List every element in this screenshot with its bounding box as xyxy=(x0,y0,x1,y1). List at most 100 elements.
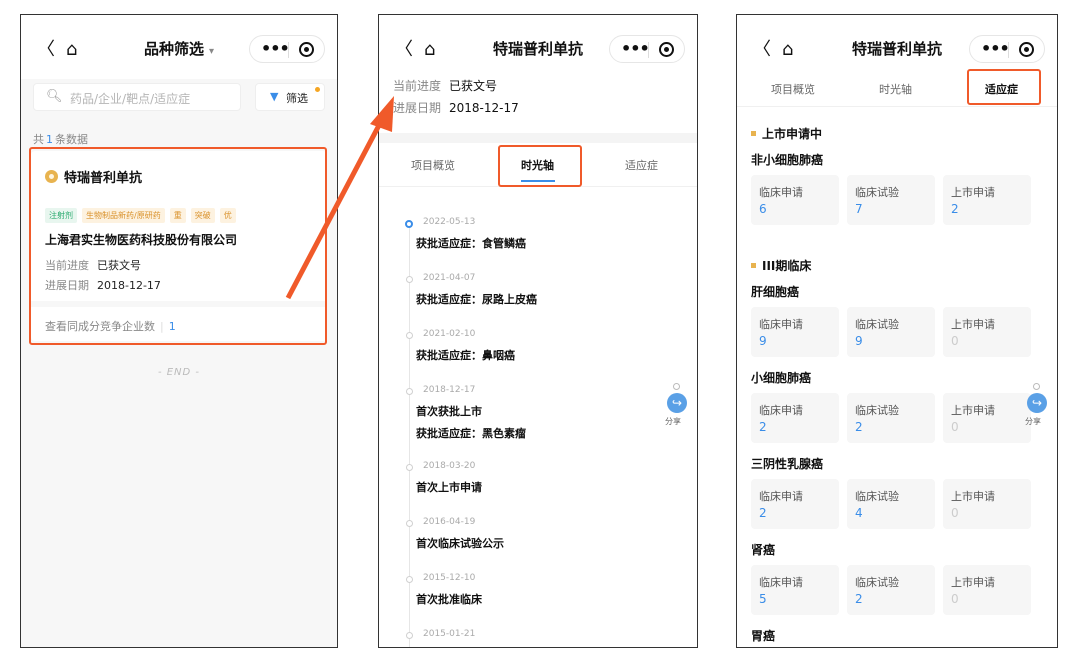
capsule-divider xyxy=(1008,42,1009,58)
stat-value: 2 xyxy=(855,420,863,434)
stat-box[interactable]: 临床试验 7 xyxy=(847,175,935,225)
stat-label: 临床申请 xyxy=(759,576,803,589)
section-header: III期临床 xyxy=(751,257,811,274)
count-prefix: 共 xyxy=(33,133,44,146)
date-label: 进展日期 xyxy=(393,101,442,115)
end-marker: - END - xyxy=(157,367,201,378)
tab-indications[interactable]: 适应症 xyxy=(625,157,658,173)
section-title: 上市申请中 xyxy=(762,127,823,141)
share-widget[interactable]: ↪ 分享 xyxy=(661,383,697,427)
highlight-box-card xyxy=(29,147,327,345)
section-title: III期临床 xyxy=(762,259,812,273)
stat-value: 7 xyxy=(855,202,863,216)
stat-box[interactable]: 临床试验 9 xyxy=(847,307,935,357)
home-icon[interactable]: ⌂ xyxy=(66,41,77,59)
stat-value: 6 xyxy=(759,202,767,216)
mini-program-capsule: ••• xyxy=(249,35,325,63)
stat-box[interactable]: 上市申请 0 xyxy=(943,307,1031,357)
share-widget[interactable]: ↪ 分享 xyxy=(1021,383,1057,427)
stat-box[interactable]: 临床申请 9 xyxy=(751,307,839,357)
stat-box[interactable]: 上市申请 2 xyxy=(943,175,1031,225)
home-icon[interactable]: ⌂ xyxy=(782,41,793,59)
disease-name: 三阴性乳腺癌 xyxy=(751,457,824,471)
share-icon: ↪ xyxy=(1027,393,1047,413)
capsule-divider xyxy=(288,42,289,58)
timeline-dot-icon xyxy=(406,276,413,283)
disease-name: 肝细胞癌 xyxy=(751,285,800,299)
section-header: 上市申请中 xyxy=(751,125,822,142)
stat-label: 上市申请 xyxy=(951,186,995,199)
filter-button[interactable]: ▼ 筛选 xyxy=(255,83,325,111)
stat-box[interactable]: 临床试验 2 xyxy=(847,393,935,443)
filter-active-dot xyxy=(315,87,320,92)
tab-overview[interactable]: 项目概览 xyxy=(411,157,455,173)
nav-bar: 〈 ⌂ 品种筛选 ▾ ••• xyxy=(21,15,337,79)
stat-value: 9 xyxy=(759,334,767,348)
chevron-left-icon[interactable]: 〈 xyxy=(395,41,413,59)
page-title[interactable]: 品种筛选 ▾ xyxy=(81,38,277,59)
target-close-icon[interactable] xyxy=(299,42,314,57)
page-title: 特瑞普利单抗 xyxy=(492,40,583,58)
highlight-box-indications-tab xyxy=(967,69,1041,105)
phone-screen-timeline: 〈 ⌂ 特瑞普利单抗 ••• 当前进度 已获文号 进展日期 2018-12-17 项… xyxy=(378,14,698,648)
stat-label: 临床申请 xyxy=(759,318,803,331)
stat-value: 2 xyxy=(855,592,863,606)
stat-box[interactable]: 临床申请 2 xyxy=(751,479,839,529)
stat-value: 2 xyxy=(951,202,959,216)
timeline-event: 首次获批上市 xyxy=(416,405,482,418)
tab-overview[interactable]: 项目概览 xyxy=(771,81,815,97)
stat-value: 2 xyxy=(759,420,767,434)
disease-name: 小细胞肺癌 xyxy=(751,371,812,385)
home-icon[interactable]: ⌂ xyxy=(424,41,435,59)
disease-name: 肾癌 xyxy=(751,543,776,557)
stat-box[interactable]: 上市申请 0 xyxy=(943,393,1031,443)
phone-screen-variety-filter: 〈 ⌂ 品种筛选 ▾ ••• 🔍︎ 药品/企业/靶点/适应症 ▼ 筛选 共 1 条数据… xyxy=(20,14,338,648)
stat-box[interactable]: 临床申请 2 xyxy=(751,393,839,443)
section-gap xyxy=(379,133,697,143)
result-count: 共 1 条数据 xyxy=(33,131,88,147)
section-marker-icon xyxy=(751,263,756,268)
more-dots-icon[interactable]: ••• xyxy=(621,39,650,58)
section-marker-icon xyxy=(751,131,756,136)
timeline-date: 2015-01-21 xyxy=(423,629,476,639)
search-input[interactable]: 🔍︎ 药品/企业/靶点/适应症 xyxy=(33,83,241,111)
target-close-icon[interactable] xyxy=(659,42,674,57)
progress-row: 当前进度 已获文号 xyxy=(393,77,497,94)
stat-value: 0 xyxy=(951,334,959,348)
more-dots-icon[interactable]: ••• xyxy=(261,39,290,58)
stat-box[interactable]: 临床试验 4 xyxy=(847,479,935,529)
timeline-event: 首次批准临床 xyxy=(416,593,482,606)
stat-label: 上市申请 xyxy=(951,490,995,503)
timeline-event: 获批适应症：尿路上皮癌 xyxy=(416,293,537,306)
stat-box[interactable]: 上市申请 0 xyxy=(943,565,1031,615)
nav-bar: 〈 ⌂ 特瑞普利单抗 ••• xyxy=(379,15,697,79)
stat-value: 9 xyxy=(855,334,863,348)
stat-label: 上市申请 xyxy=(951,318,995,331)
timeline-dot-icon xyxy=(406,520,413,527)
chevron-left-icon[interactable]: 〈 xyxy=(753,41,771,59)
progress-value: 已获文号 xyxy=(449,79,498,93)
tab-timeline[interactable]: 时光轴 xyxy=(879,81,912,97)
timeline-event: 获批适应症：鼻咽癌 xyxy=(416,349,515,362)
progress-label: 当前进度 xyxy=(393,79,442,93)
stat-box[interactable]: 上市申请 0 xyxy=(943,479,1031,529)
stat-box[interactable]: 临床申请 5 xyxy=(751,565,839,615)
timeline-dot-icon xyxy=(406,332,413,339)
count-number: 1 xyxy=(46,133,53,146)
stat-box[interactable]: 临床申请 6 xyxy=(751,175,839,225)
stat-label: 临床试验 xyxy=(855,186,899,199)
stat-label: 上市申请 xyxy=(951,576,995,589)
target-close-icon[interactable] xyxy=(1019,42,1034,57)
timeline-dot-icon xyxy=(406,464,413,471)
stat-value: 4 xyxy=(855,506,863,520)
share-ring-icon xyxy=(1033,383,1040,390)
stat-label: 临床申请 xyxy=(759,186,803,199)
stat-box[interactable]: 临床试验 2 xyxy=(847,565,935,615)
chevron-left-icon[interactable]: 〈 xyxy=(37,41,55,59)
filter-label: 筛选 xyxy=(286,92,308,105)
stat-value: 2 xyxy=(759,506,767,520)
timeline-dot-icon xyxy=(406,388,413,395)
timeline-dot-icon xyxy=(405,220,413,228)
share-label: 分享 xyxy=(1025,417,1041,426)
more-dots-icon[interactable]: ••• xyxy=(981,39,1010,58)
